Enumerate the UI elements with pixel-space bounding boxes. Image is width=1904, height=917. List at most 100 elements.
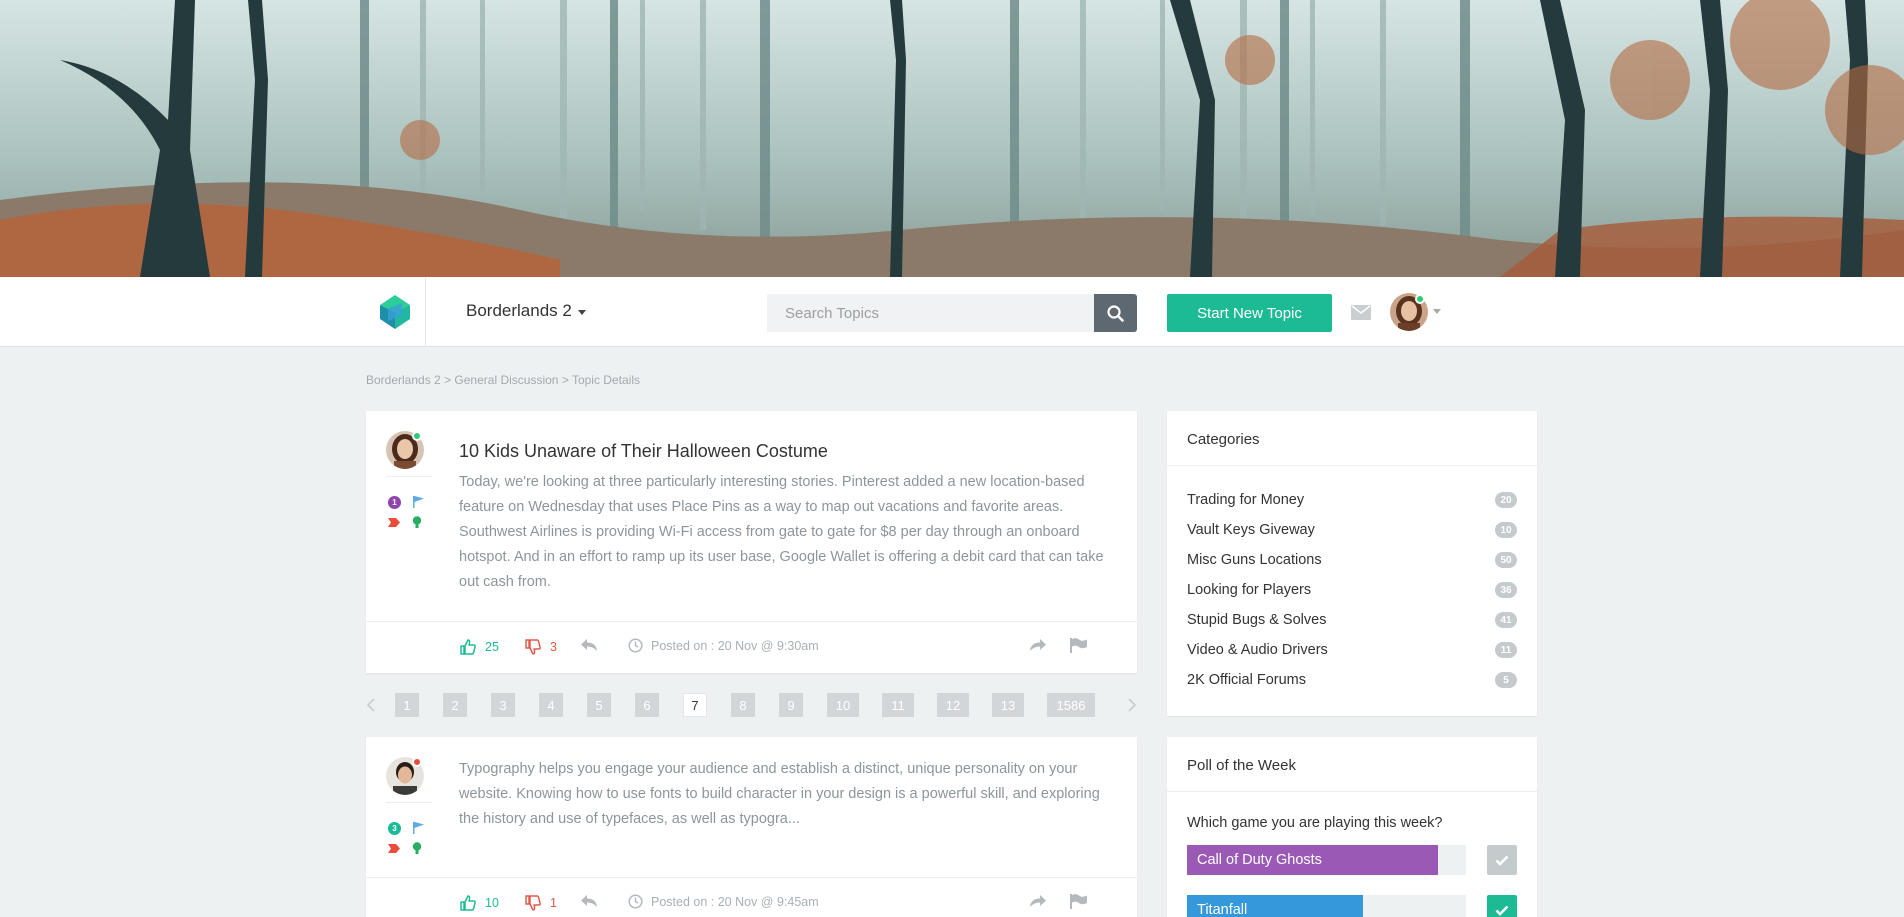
dislike-count: 1 xyxy=(550,896,557,910)
thumbs-down-icon xyxy=(525,895,541,911)
breadcrumb-item[interactable]: General Discussion xyxy=(454,373,558,387)
mail-icon[interactable] xyxy=(1351,305,1371,320)
breadcrumb-item[interactable]: Borderlands 2 xyxy=(366,373,441,387)
reply-button[interactable] xyxy=(580,638,598,652)
forum-selector-dropdown[interactable]: Borderlands 2 xyxy=(466,301,586,321)
category-label: Misc Guns Locations xyxy=(1187,552,1322,568)
flag-icon xyxy=(1070,638,1087,653)
tag-badge-icon xyxy=(388,843,400,853)
hero-banner xyxy=(0,0,1904,277)
reply-button[interactable] xyxy=(580,894,598,908)
page-1586-link[interactable]: 1586 xyxy=(1047,693,1095,717)
like-count: 10 xyxy=(485,896,499,910)
breadcrumb: Borderlands 2 > General Discussion > Top… xyxy=(366,373,640,387)
page-10-link[interactable]: 10 xyxy=(827,693,859,717)
breadcrumb-current: Topic Details xyxy=(571,373,640,387)
poll-question: Which game you are playing this week? xyxy=(1187,815,1443,831)
category-item[interactable]: Looking for Players 36 xyxy=(1187,575,1517,605)
award-badge-icon xyxy=(412,842,422,854)
clock-icon xyxy=(628,894,643,909)
tag-badge-icon xyxy=(388,517,400,527)
page-8-link[interactable]: 8 xyxy=(731,693,755,717)
page-9-link[interactable]: 9 xyxy=(779,693,803,717)
category-label: Vault Keys Giveway xyxy=(1187,522,1315,538)
forest-banner-image xyxy=(0,0,1904,277)
category-count-badge: 10 xyxy=(1495,522,1517,538)
category-label: Video & Audio Drivers xyxy=(1187,642,1328,658)
poll-vote-button[interactable] xyxy=(1487,845,1517,875)
page-5-link[interactable]: 5 xyxy=(587,693,611,717)
post-body: Typography helps you engage your audienc… xyxy=(459,761,1100,827)
page-13-link[interactable]: 13 xyxy=(992,693,1024,717)
rank-badge: 1 xyxy=(388,495,401,509)
chevron-left-icon[interactable] xyxy=(366,698,375,712)
author-badges: 3 xyxy=(388,818,428,858)
check-icon xyxy=(1495,855,1509,866)
report-button[interactable] xyxy=(1070,894,1087,909)
dislike-button[interactable]: 3 xyxy=(524,638,557,656)
breadcrumb-separator: > xyxy=(444,373,452,387)
report-button[interactable] xyxy=(1070,638,1087,653)
category-item[interactable]: 2K Official Forums 5 xyxy=(1187,665,1517,695)
dislike-button[interactable]: 1 xyxy=(524,894,557,912)
category-count-badge: 20 xyxy=(1495,492,1517,508)
page-12-link[interactable]: 12 xyxy=(937,693,969,717)
page-6-link[interactable]: 6 xyxy=(635,693,659,717)
like-button[interactable]: 10 xyxy=(459,894,499,912)
post-title[interactable]: 10 Kids Unaware of Their Halloween Costu… xyxy=(459,441,828,462)
clock-icon xyxy=(628,638,643,653)
reply-icon xyxy=(581,895,597,907)
caret-down-icon xyxy=(577,309,586,315)
category-item[interactable]: Stupid Bugs & Solves 41 xyxy=(1187,605,1517,635)
post-card: 1 10 Kids Unaware of Their Halloween Cos… xyxy=(366,411,1137,673)
poll-title: Poll of the Week xyxy=(1167,737,1537,792)
logo-container xyxy=(366,277,426,347)
category-label: Looking for Players xyxy=(1187,582,1312,598)
category-count-badge: 50 xyxy=(1495,552,1517,568)
post-timestamp: Posted on : 20 Nov @ 9:45am xyxy=(628,894,819,909)
chevron-right-icon[interactable] xyxy=(1128,698,1137,712)
top-navbar: Borderlands 2 Start New Topic xyxy=(0,277,1904,347)
post-card: 3 Typography helps you engage your audie… xyxy=(366,737,1137,917)
post-body: Today, we're looking at three particular… xyxy=(459,474,1104,590)
flag-badge-icon xyxy=(413,822,424,834)
poll-widget: Poll of the Week Which game you are play… xyxy=(1167,737,1537,917)
category-count-badge: 41 xyxy=(1495,612,1517,628)
poll-vote-button[interactable] xyxy=(1487,895,1517,917)
page-4-link[interactable]: 4 xyxy=(539,693,563,717)
rank-badge: 3 xyxy=(388,821,401,835)
thumbs-up-icon xyxy=(460,639,476,655)
page-2-link[interactable]: 2 xyxy=(443,693,467,717)
category-item[interactable]: Misc Guns Locations 50 xyxy=(1187,545,1517,575)
online-status-dot xyxy=(1415,294,1425,304)
page-7-link[interactable]: 7 xyxy=(683,693,707,717)
poll-bar-track: Call of Duty Ghosts xyxy=(1187,845,1466,875)
divider xyxy=(386,802,432,803)
page-11-link[interactable]: 11 xyxy=(882,693,914,717)
page-1-link[interactable]: 1 xyxy=(395,693,419,717)
start-new-topic-button[interactable]: Start New Topic xyxy=(1167,294,1332,332)
share-button[interactable] xyxy=(1029,638,1047,652)
share-button[interactable] xyxy=(1029,894,1047,908)
page-3-link[interactable]: 3 xyxy=(491,693,515,717)
breadcrumb-separator: > xyxy=(561,373,569,387)
posted-date: Posted on : 20 Nov @ 9:30am xyxy=(651,638,819,653)
user-menu-caret-icon[interactable] xyxy=(1433,309,1441,314)
award-badge-icon xyxy=(412,516,422,528)
poll-option: Titanfall xyxy=(1187,895,1517,917)
check-icon xyxy=(1495,905,1509,916)
search-button[interactable] xyxy=(1094,294,1137,332)
flag-badge-icon xyxy=(413,496,424,508)
category-item[interactable]: Trading for Money 20 xyxy=(1187,485,1517,515)
category-item[interactable]: Vault Keys Giveway 10 xyxy=(1187,515,1517,545)
logo-icon[interactable] xyxy=(380,295,410,329)
poll-option: Call of Duty Ghosts xyxy=(1187,845,1517,875)
poll-bar-fill: Call of Duty Ghosts xyxy=(1187,845,1439,875)
post-timestamp: Posted on : 20 Nov @ 9:30am xyxy=(628,638,819,653)
category-label: 2K Official Forums xyxy=(1187,672,1306,688)
category-item[interactable]: Video & Audio Drivers 11 xyxy=(1187,635,1517,665)
share-icon xyxy=(1030,639,1046,651)
search-input[interactable] xyxy=(767,294,1094,332)
flag-icon xyxy=(1070,894,1087,909)
like-button[interactable]: 25 xyxy=(459,638,499,656)
